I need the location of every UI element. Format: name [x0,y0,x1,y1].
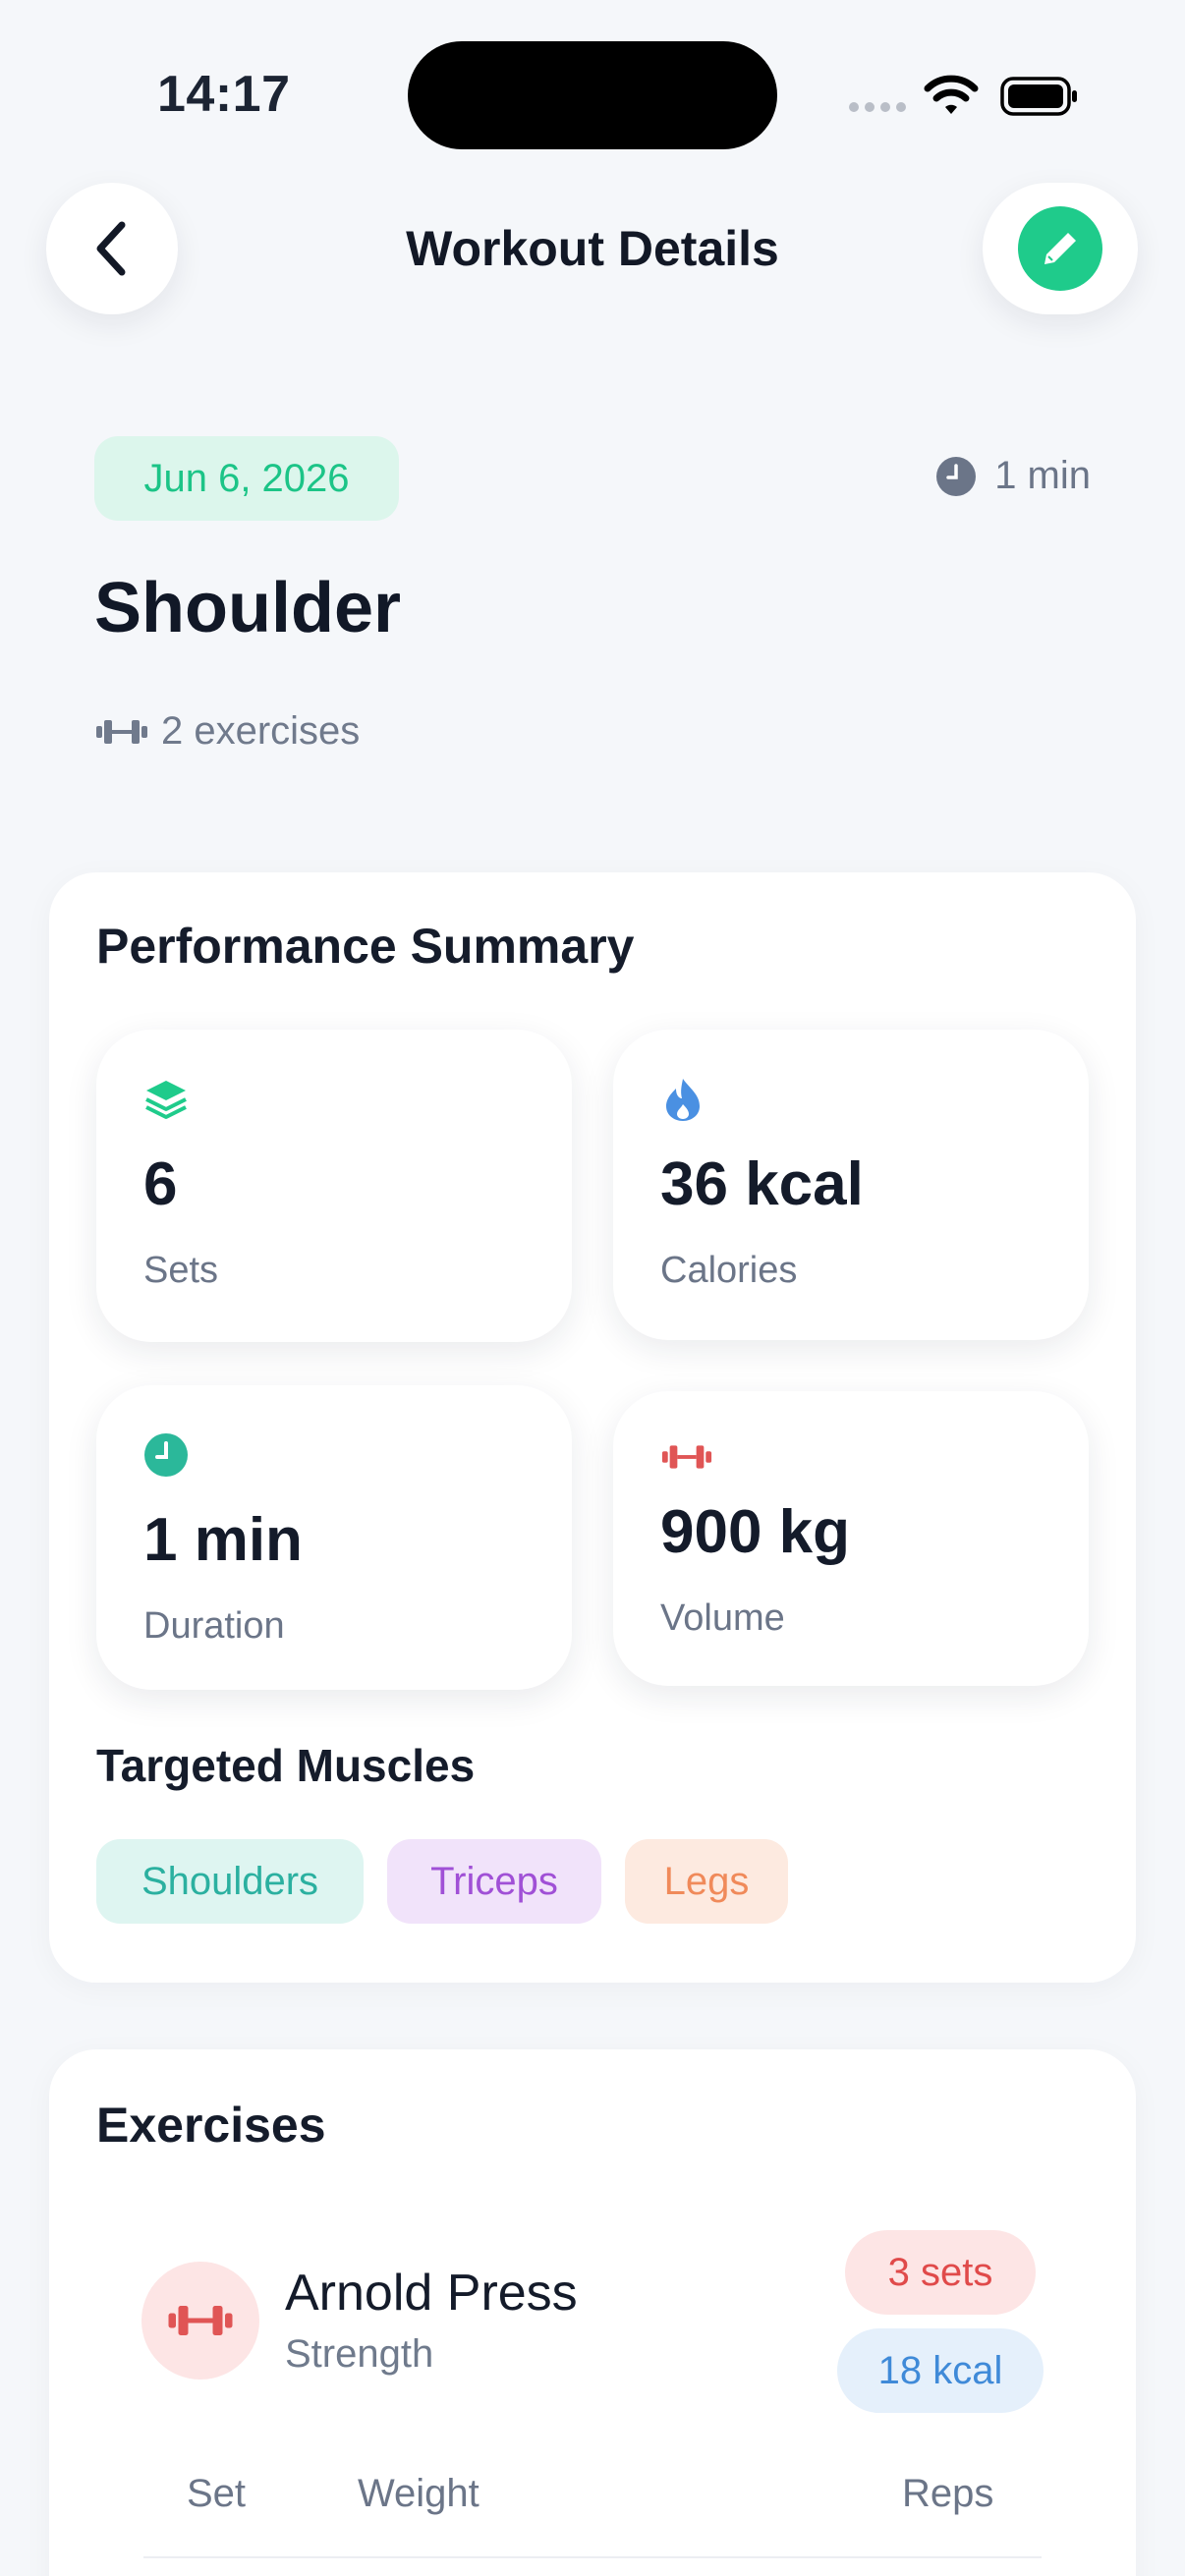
column-header-reps: Reps [902,2472,994,2515]
duration-indicator: 1 min [935,454,1091,498]
status-time: 14:17 [157,66,291,123]
stat-value-calories: 36 kcal [660,1150,864,1218]
kcal-badge: 18 kcal [837,2328,1044,2413]
flame-icon [666,1079,700,1121]
layers-icon [145,1081,187,1119]
exercise-name: Arnold Press [285,2265,578,2322]
pencil-icon [1044,233,1076,264]
cellular-signal-icon [849,102,906,112]
sets-badge: 3 sets [845,2230,1036,2315]
column-header-weight: Weight [358,2472,480,2515]
targeted-muscles-title: Targeted Muscles [96,1740,476,1791]
stat-tile-duration: 1 min Duration [96,1385,572,1690]
stat-label-calories: Calories [660,1250,798,1291]
wifi-icon [924,75,979,114]
table-divider [143,2556,1042,2558]
stat-value-volume: 900 kg [660,1498,851,1566]
dumbbell-icon [661,1445,712,1469]
stat-label-duration: Duration [143,1605,285,1647]
stat-value-duration: 1 min [143,1506,303,1574]
column-header-set: Set [187,2472,247,2515]
dumbbell-icon [96,719,147,744]
exercise-count: 2 exercises [94,709,360,754]
clock-icon [936,456,977,496]
stat-tile-volume: 900 kg Volume [613,1391,1089,1686]
exercise-type: Strength [285,2332,434,2376]
battery-icon [1000,77,1077,116]
stat-tile-calories: 36 kcal Calories [613,1030,1089,1340]
edit-button[interactable] [983,183,1138,314]
stat-tile-sets: 6 Sets [96,1030,572,1342]
workout-name: Shoulder [94,569,402,647]
duration-text: 1 min [994,454,1091,497]
stat-label-sets: Sets [143,1250,219,1291]
exercises-title: Exercises [96,2098,326,2153]
muscle-chip-shoulders: Shoulders [96,1839,364,1924]
muscle-chip-triceps: Triceps [387,1839,601,1924]
dynamic-island [408,41,777,149]
stat-label-volume: Volume [660,1597,785,1639]
stat-value-sets: 6 [143,1150,178,1218]
muscle-chip-legs: Legs [625,1839,788,1924]
performance-summary-card: Performance Summary 6 Sets 36 kcal Calor… [49,872,1136,1983]
clock-icon [144,1433,188,1477]
edit-circle [1018,206,1102,291]
exercise-count-text: 2 exercises [161,709,361,753]
date-badge: Jun 6, 2026 [94,436,399,521]
dumbbell-icon [168,2306,233,2335]
exercises-card: Exercises Arnold Press Strength 3 sets 1… [49,2049,1136,2576]
exercise-avatar [141,2262,259,2380]
performance-summary-title: Performance Summary [96,919,635,974]
